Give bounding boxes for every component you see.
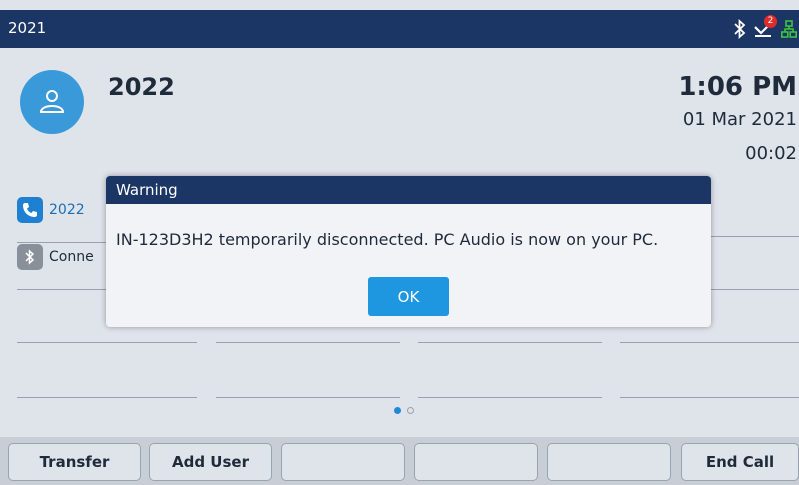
divider: [620, 342, 799, 343]
divider: [216, 397, 400, 398]
avatar: [20, 70, 84, 134]
divider: [711, 236, 799, 237]
bluetooth-icon: [733, 19, 747, 39]
voicemail-count-badge: 2: [764, 15, 777, 28]
phone-icon: [17, 197, 43, 223]
divider: [17, 397, 197, 398]
divider: [17, 342, 197, 343]
dialog-message: IN-123D3H2 temporarily disconnected. PC …: [116, 230, 659, 249]
caller-name: 2022: [108, 73, 175, 101]
softkey-bar: Transfer Add User End Call: [0, 437, 799, 485]
voicemail-icon[interactable]: 2: [753, 15, 777, 39]
softkey-empty-5[interactable]: [547, 443, 671, 481]
divider: [216, 342, 400, 343]
call-duration: 00:02: [745, 143, 797, 164]
softkey-empty-4[interactable]: [414, 443, 538, 481]
user-icon: [39, 90, 65, 113]
clock-time: 1:06 PM: [678, 72, 797, 102]
divider: [17, 242, 107, 243]
divider: [418, 397, 602, 398]
divider: [418, 342, 602, 343]
page-dot-active: [394, 407, 401, 414]
ok-button[interactable]: OK: [368, 277, 449, 316]
bluetooth-icon: [17, 244, 43, 270]
divider: [620, 397, 799, 398]
warning-dialog: Warning IN-123D3H2 temporarily disconnec…: [106, 176, 711, 327]
line-label: 2022: [49, 202, 85, 218]
line-label: Conne: [49, 249, 94, 265]
line-key-bluetooth[interactable]: Conne: [17, 244, 102, 270]
divider: [17, 289, 107, 290]
status-title: 2021: [8, 19, 47, 37]
status-bar: 2021 2: [0, 10, 799, 48]
page-dot: [407, 407, 414, 414]
status-icons: 2: [733, 15, 799, 42]
page-indicator: [394, 407, 414, 414]
transfer-button[interactable]: Transfer: [8, 443, 141, 481]
end-call-button[interactable]: End Call: [681, 443, 799, 481]
clock-date: 01 Mar 2021: [682, 109, 797, 130]
network-icon: [781, 20, 797, 38]
dialog-title: Warning: [106, 176, 711, 204]
line-key-2022[interactable]: 2022: [17, 197, 102, 223]
add-user-button[interactable]: Add User: [149, 443, 272, 481]
divider: [711, 289, 799, 290]
softkey-empty-3[interactable]: [281, 443, 405, 481]
